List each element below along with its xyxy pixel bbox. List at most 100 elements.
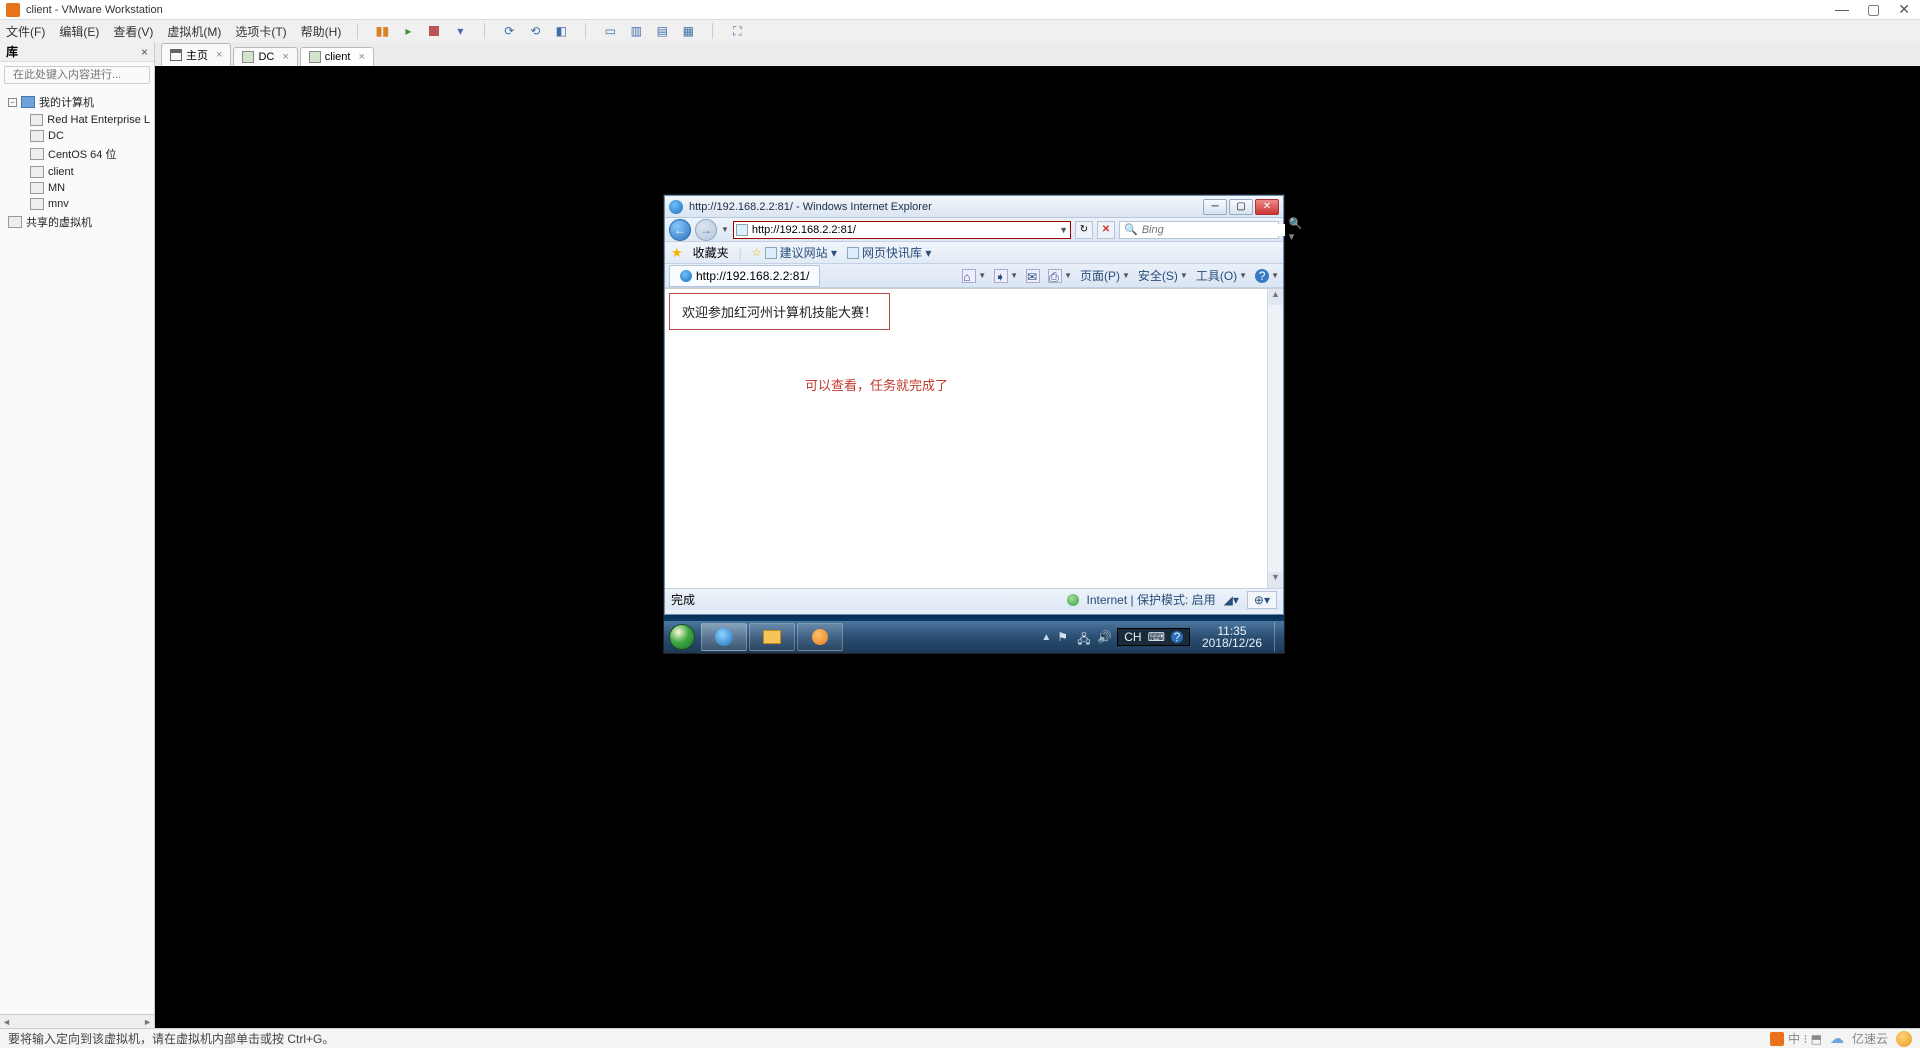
vmware-status-bar: 要将输入定向到该虚拟机，请在虚拟机内部单击或按 Ctrl+G。 中 ⁝ ⬒ ☁ … <box>0 1028 1920 1048</box>
refresh-button[interactable]: ↻ <box>1075 221 1093 239</box>
address-dropdown-icon[interactable]: ▼ <box>1059 225 1068 235</box>
tree-item-mnv[interactable]: mnv <box>2 196 152 212</box>
taskbar-media-player[interactable] <box>797 623 843 651</box>
volume-icon[interactable]: 🔊 <box>1097 630 1111 644</box>
menu-tabs[interactable]: 选项卡(T) <box>235 23 286 40</box>
taskbar-explorer[interactable] <box>749 623 795 651</box>
view-unity-icon[interactable]: ▤ <box>654 23 670 39</box>
ie-close-button[interactable]: ✕ <box>1255 199 1279 215</box>
ime-help-icon[interactable]: ? <box>1171 631 1183 643</box>
fav-suggested-sites[interactable]: ☆建议网站 ▾ <box>752 244 837 261</box>
ie-page-tab[interactable]: http://192.168.2.2:81/ <box>669 265 820 287</box>
tree-item-mn[interactable]: MN <box>2 180 152 196</box>
tray-expand-icon[interactable]: ▲ <box>1041 632 1051 643</box>
menu-vm[interactable]: 虚拟机(M) <box>167 23 221 40</box>
ie-favorites-bar: ★ 收藏夹 | ☆建议网站 ▾ 网页快讯库 ▾ <box>665 242 1283 264</box>
fullscreen-icon[interactable]: ⛶ <box>729 23 745 39</box>
status-hint: 要将输入定向到该虚拟机，请在虚拟机内部单击或按 Ctrl+G。 <box>8 1030 334 1047</box>
ime-icon[interactable]: ⌨ <box>1148 630 1165 644</box>
menu-file[interactable]: 文件(F) <box>6 23 45 40</box>
pause-vm-icon[interactable]: ▮▮ <box>374 23 390 39</box>
tree-item-redhat[interactable]: Red Hat Enterprise L <box>2 112 152 128</box>
snapshot-manager-icon[interactable]: ◧ <box>553 23 569 39</box>
play-vm-icon[interactable]: ▸ <box>400 23 416 39</box>
tab-close-icon[interactable]: × <box>358 51 364 63</box>
address-bar[interactable]: ▼ <box>733 221 1071 239</box>
nav-dropdown-icon[interactable]: ▼ <box>721 225 729 234</box>
page-menu[interactable]: 页面(P)▼ <box>1080 267 1130 284</box>
ie-tab-toolbar: http://192.168.2.2:81/ ⌂▼ ➧▼ ✉ ⎙▼ 页面(P)▼… <box>665 264 1283 288</box>
taskbar-ie[interactable] <box>701 623 747 651</box>
maximize-button[interactable]: ▢ <box>1867 1 1880 18</box>
tree-item-client[interactable]: client <box>2 164 152 180</box>
status-done: 完成 <box>671 591 695 608</box>
snapshot-revert-icon[interactable]: ⟲ <box>527 23 543 39</box>
search-input[interactable] <box>1142 224 1285 236</box>
windows-taskbar: ▲ ⚑ 🖧 🔊 CH ⌨ ? 11:35 <box>664 621 1284 653</box>
view-console-icon[interactable]: ▭ <box>602 23 618 39</box>
safety-menu[interactable]: 安全(S)▼ <box>1138 267 1188 284</box>
sidebar-close-icon[interactable]: × <box>141 45 148 59</box>
tab-home[interactable]: 主页× <box>161 43 231 66</box>
tab-close-icon[interactable]: × <box>216 49 222 61</box>
ie-maximize-button[interactable]: ▢ <box>1229 199 1253 215</box>
page-scrollbar[interactable]: ▲▼ <box>1267 289 1283 588</box>
vm-viewport[interactable]: http://192.168.2.2:81/ - Windows Interne… <box>155 66 1920 1028</box>
tree-root-my-computer[interactable]: − 我的计算机 <box>2 92 152 112</box>
stop-vm-icon[interactable] <box>426 23 442 39</box>
mail-icon[interactable]: ✉ <box>1026 269 1040 283</box>
show-desktop-button[interactable] <box>1274 622 1282 652</box>
snapshot-icon[interactable]: ⟳ <box>501 23 517 39</box>
tree-shared-vms[interactable]: 共享的虚拟机 <box>2 212 152 232</box>
menu-edit[interactable]: 编辑(E) <box>59 23 99 40</box>
guest-desktop[interactable]: http://192.168.2.2:81/ - Windows Interne… <box>663 194 1285 654</box>
view-multi-icon[interactable]: ▦ <box>680 23 696 39</box>
sidebar-scrollbar[interactable]: ◄► <box>0 1014 154 1028</box>
language-bar[interactable]: CH ⌨ ? <box>1117 628 1190 646</box>
corner-badge-icon <box>1896 1031 1912 1047</box>
fav-web-slices[interactable]: 网页快讯库 ▾ <box>847 244 931 261</box>
ie-window: http://192.168.2.2:81/ - Windows Interne… <box>664 195 1284 615</box>
print-icon[interactable]: ⎙▼ <box>1048 269 1072 283</box>
tab-close-icon[interactable]: × <box>282 51 288 63</box>
start-button[interactable] <box>664 622 700 652</box>
tools-menu[interactable]: 工具(O)▼ <box>1196 267 1247 284</box>
minimize-button[interactable]: — <box>1835 1 1849 18</box>
tree-item-dc[interactable]: DC <box>2 128 152 144</box>
feeds-icon[interactable]: ➧▼ <box>994 269 1018 283</box>
search-bar[interactable]: 🔍 🔍▾ <box>1119 221 1279 239</box>
zoom-control[interactable]: ⊕▾ <box>1247 591 1277 609</box>
status-zone: Internet | 保护模式: 启用 <box>1087 591 1216 608</box>
network-icon[interactable]: 🖧 <box>1077 630 1091 644</box>
sogou-icon <box>1770 1032 1784 1046</box>
sidebar-search-input[interactable] <box>13 69 155 81</box>
tab-dc[interactable]: DC× <box>233 47 297 66</box>
taskbar-clock[interactable]: 11:35 2018/12/26 <box>1196 625 1268 649</box>
view-thumbnail-icon[interactable]: ▥ <box>628 23 644 39</box>
search-go-icon[interactable]: 🔍▾ <box>1289 217 1303 243</box>
host-ime-indicator[interactable]: 中 ⁝ ⬒ <box>1770 1030 1822 1047</box>
address-input[interactable] <box>752 224 1055 236</box>
ie-minimize-button[interactable]: ─ <box>1203 199 1227 215</box>
tree-item-centos[interactable]: CentOS 64 位 <box>2 144 152 164</box>
home-icon <box>170 49 182 61</box>
favorites-label[interactable]: 收藏夹 <box>693 244 729 261</box>
internet-zone-icon <box>1067 594 1079 606</box>
close-button[interactable]: ✕ <box>1898 1 1910 18</box>
stop-button[interactable]: ✕ <box>1097 221 1115 239</box>
action-center-icon[interactable]: ⚑ <box>1057 630 1071 644</box>
favorites-star-icon[interactable]: ★ <box>671 245 683 261</box>
help-icon[interactable]: ?▼ <box>1255 269 1279 283</box>
collapse-icon[interactable]: − <box>8 98 17 107</box>
ie-tab-label: http://192.168.2.2:81/ <box>696 269 809 283</box>
menu-view[interactable]: 查看(V) <box>113 23 153 40</box>
tab-client[interactable]: client× <box>300 47 374 66</box>
protected-mode-icon[interactable]: ◢▾ <box>1224 593 1239 607</box>
sidebar-search[interactable]: ▼ <box>4 66 150 84</box>
home-icon[interactable]: ⌂▼ <box>962 269 986 283</box>
menu-help[interactable]: 帮助(H) <box>301 23 342 40</box>
back-button[interactable]: ← <box>669 219 691 241</box>
forward-button[interactable]: → <box>695 219 717 241</box>
power-menu-icon[interactable]: ▾ <box>452 23 468 39</box>
ie-titlebar[interactable]: http://192.168.2.2:81/ - Windows Interne… <box>665 196 1283 218</box>
